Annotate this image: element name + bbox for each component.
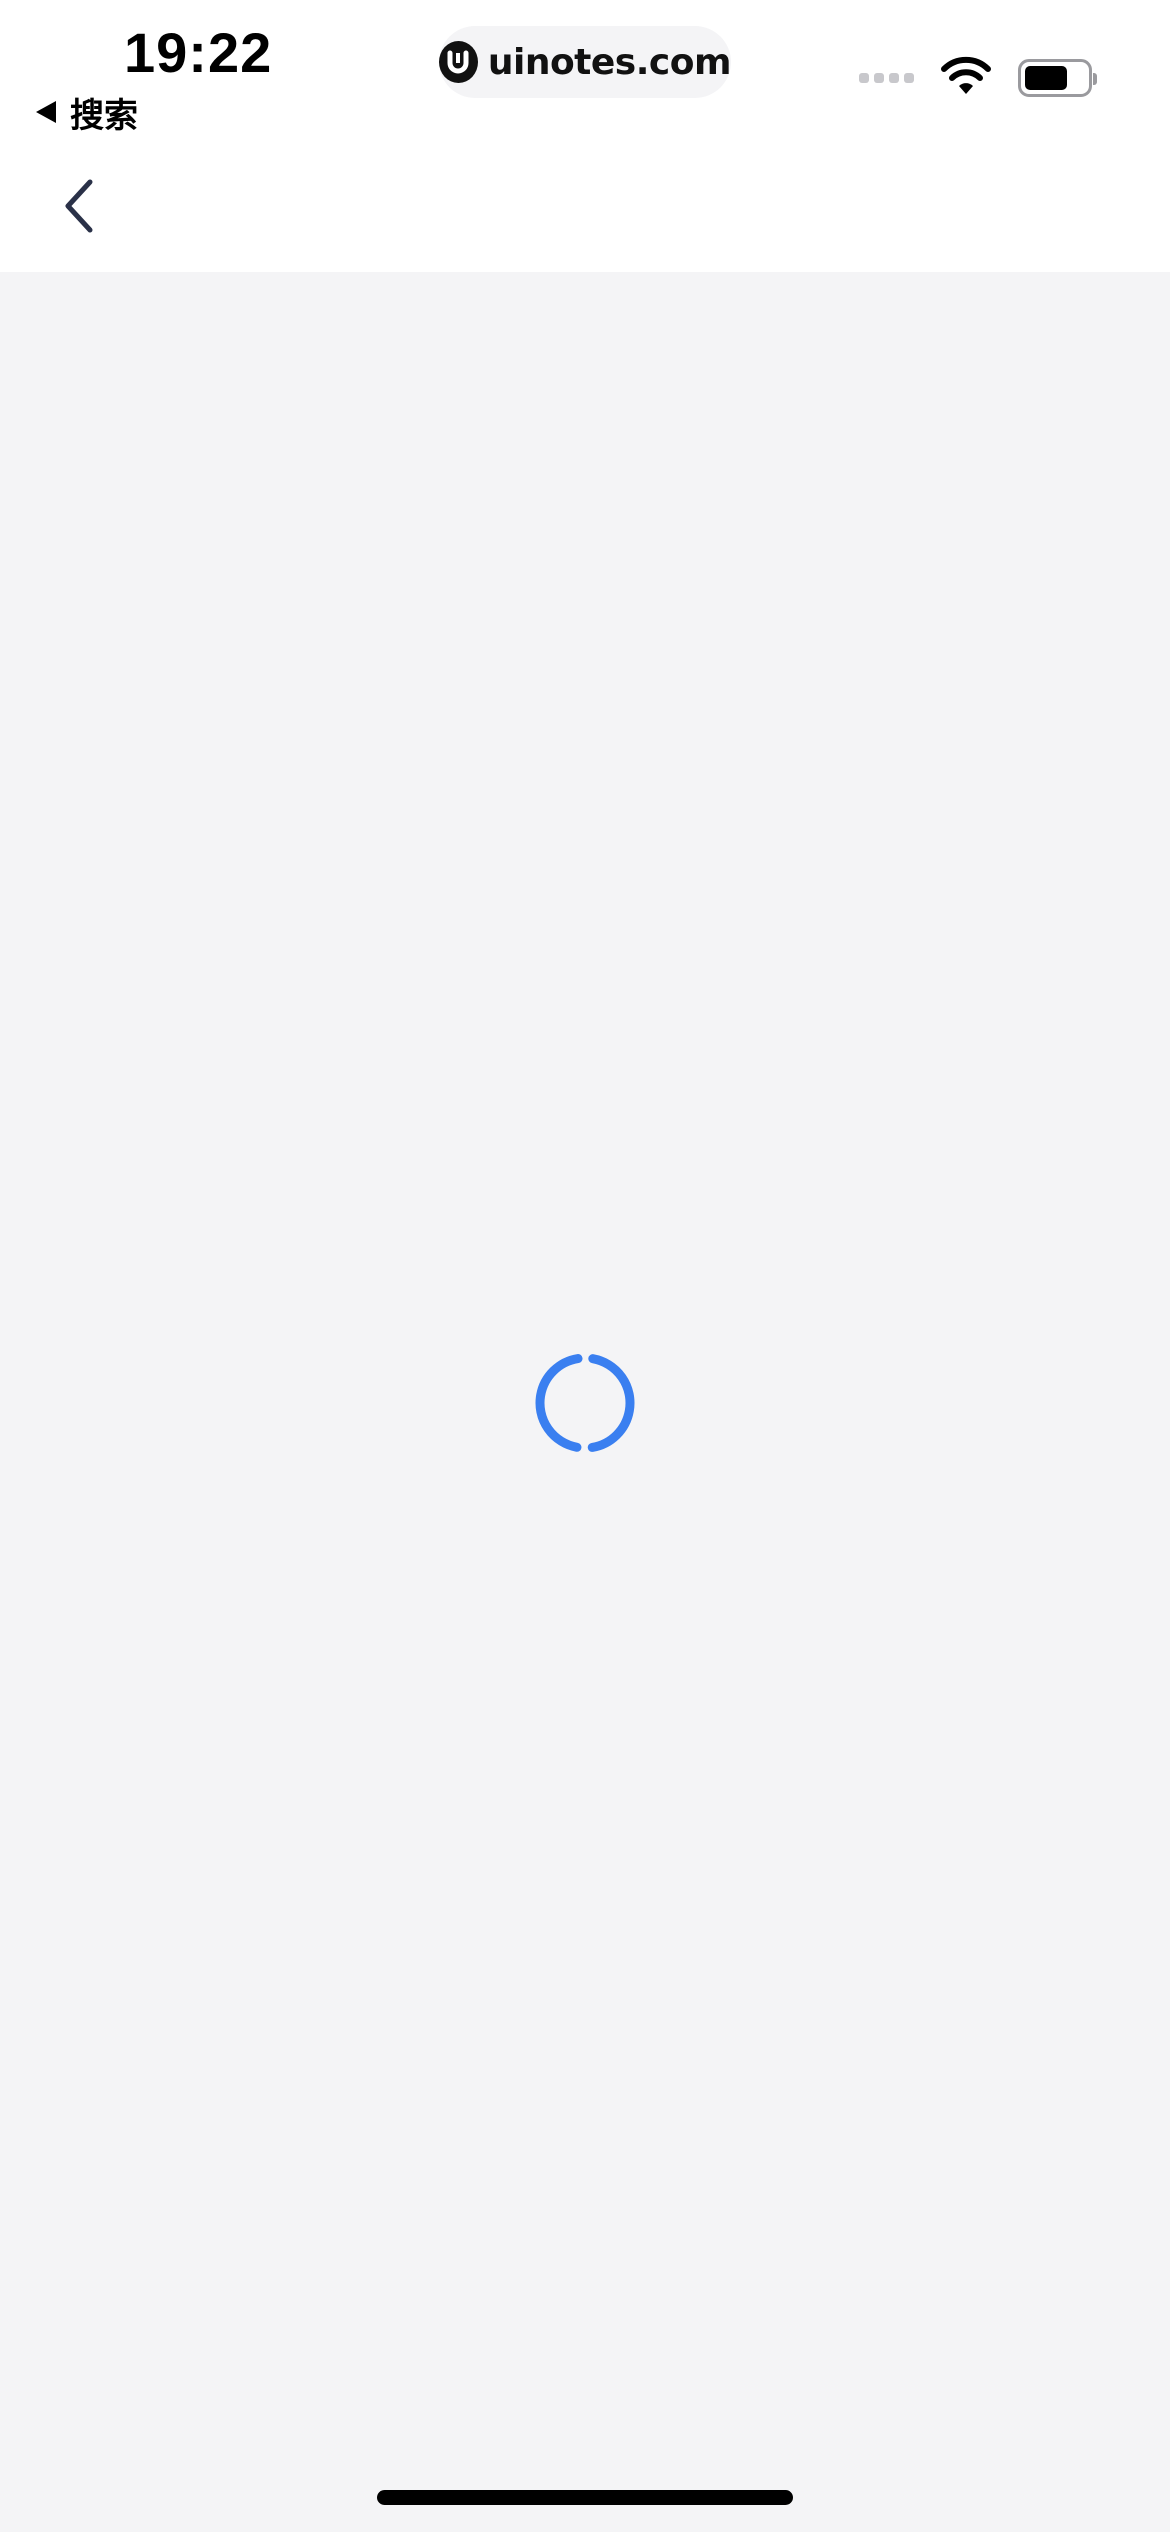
back-triangle-icon bbox=[36, 101, 56, 123]
loading-spinner-icon bbox=[530, 1348, 640, 1458]
home-indicator[interactable] bbox=[377, 2490, 793, 2505]
header: 19:22 搜索 uinotes.com bbox=[0, 0, 1170, 272]
site-logo-icon bbox=[439, 41, 478, 83]
url-pill[interactable]: uinotes.com bbox=[439, 26, 732, 98]
cellular-signal-icon bbox=[859, 73, 914, 83]
screen: 19:22 搜索 uinotes.com bbox=[0, 0, 1170, 2532]
battery-icon bbox=[1018, 59, 1097, 97]
status-time: 19:22 bbox=[124, 21, 273, 84]
back-to-app-button[interactable]: 搜索 bbox=[36, 92, 138, 136]
wifi-icon bbox=[940, 56, 992, 101]
status-icons bbox=[859, 50, 1097, 106]
url-text: uinotes.com bbox=[487, 41, 732, 83]
back-to-app-label: 搜索 bbox=[70, 95, 138, 136]
back-button[interactable] bbox=[50, 170, 110, 246]
chevron-left-icon bbox=[62, 178, 98, 239]
